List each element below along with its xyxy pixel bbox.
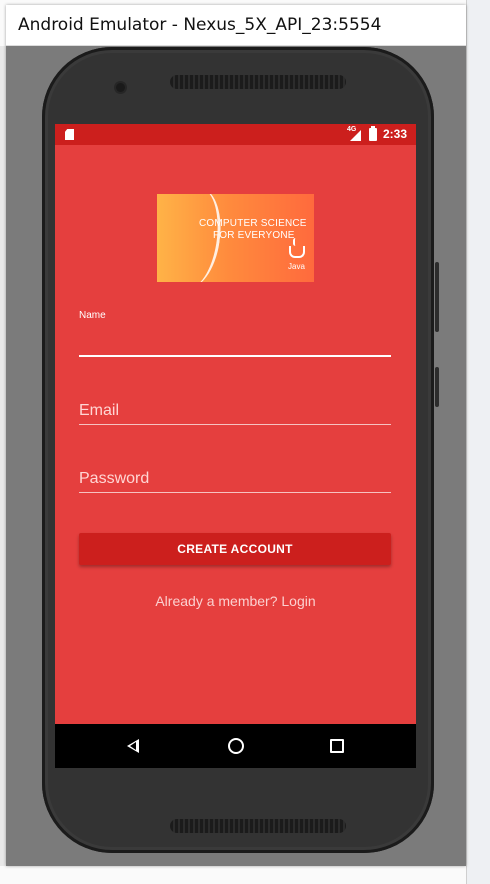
home-icon[interactable] xyxy=(228,738,244,754)
back-icon[interactable] xyxy=(127,739,139,753)
emulator-titlebar[interactable]: Android Emulator - Nexus_5X_API_23:5554 xyxy=(6,5,466,46)
network-type: 4G xyxy=(347,126,357,133)
email-underline xyxy=(79,424,391,425)
create-account-button[interactable]: CREATE ACCOUNT xyxy=(79,533,391,565)
front-camera xyxy=(116,83,125,92)
status-time: 2:33 xyxy=(383,127,408,141)
java-steam-icon xyxy=(293,238,298,246)
device-screen: 4G 2:33 COMPUTER SCIENCE FOR EVERYONE Ja… xyxy=(55,124,416,768)
password-underline xyxy=(79,492,391,493)
course-banner: COMPUTER SCIENCE FOR EVERYONE Java xyxy=(157,194,314,282)
sd-card-icon xyxy=(65,129,74,140)
banner-subtitle: FOR EVERYONE xyxy=(213,230,295,241)
ide-right-strip xyxy=(466,0,490,884)
battery-icon xyxy=(369,126,377,141)
top-speaker xyxy=(170,75,346,89)
recents-icon[interactable] xyxy=(330,739,344,753)
status-bar: 4G 2:33 xyxy=(55,124,416,145)
window-title: Android Emulator - Nexus_5X_API_23:5554 xyxy=(18,15,382,35)
login-link[interactable]: Already a member? Login xyxy=(55,593,416,609)
volume-button[interactable] xyxy=(435,262,439,332)
navigation-bar xyxy=(55,724,416,768)
name-label: Name xyxy=(79,310,106,321)
name-underline xyxy=(79,355,391,357)
banner-title: COMPUTER SCIENCE xyxy=(199,218,307,229)
name-field[interactable] xyxy=(79,327,391,355)
password-field[interactable] xyxy=(79,465,391,493)
java-cup-icon xyxy=(289,246,305,258)
bottom-speaker xyxy=(170,819,346,833)
java-logo-text: Java xyxy=(288,262,305,271)
email-field[interactable] xyxy=(79,397,391,425)
power-button[interactable] xyxy=(435,367,439,407)
